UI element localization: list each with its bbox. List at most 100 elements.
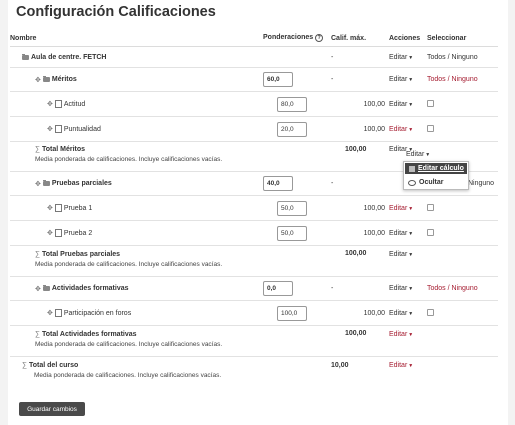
total-name: Total Actividades formativas	[42, 331, 137, 338]
table-row: ∑ Total Actividades formativas Media ponde…	[10, 325, 498, 357]
select-checkbox[interactable]	[427, 228, 434, 236]
edit-menu[interactable]: Editar▼	[389, 205, 413, 212]
max-grade: 100,00	[363, 309, 385, 317]
total-name: Total del curso	[29, 362, 79, 369]
weight-input[interactable]: 60,0	[263, 72, 293, 87]
weight-input[interactable]: 40,0	[263, 176, 293, 191]
edit-menu[interactable]: Editar▼	[389, 54, 413, 61]
page-title: Configuración Calificaciones	[16, 4, 216, 20]
table-row: ✥ Méritos 60,0 - Editar▼ Todos / Ninguno	[10, 67, 498, 92]
category-name: Pruebas parciales	[51, 180, 112, 187]
aggregation-description: Media ponderada de calificaciones. Inclu…	[34, 372, 222, 379]
weight-input[interactable]: 0,0	[263, 281, 293, 296]
max-grade: -	[331, 53, 334, 61]
edit-menu-open[interactable]: Editar▼	[406, 151, 430, 158]
category-name: Aula de centre. FETCH	[31, 53, 107, 61]
max-grade: 100,00	[363, 229, 385, 237]
weight-input[interactable]: 50,0	[277, 225, 307, 241]
sigma-icon: ∑	[35, 146, 40, 153]
move-icon[interactable]: ✥	[35, 76, 41, 84]
folder-icon	[42, 285, 50, 291]
folder-icon	[22, 53, 29, 60]
total-name: Total Pruebas parciales	[42, 251, 121, 258]
select-checkbox[interactable]	[427, 308, 434, 316]
grade-item-icon	[54, 125, 62, 133]
edit-menu[interactable]: Editar▼	[389, 310, 413, 317]
edit-menu[interactable]: Editar▼	[389, 76, 413, 83]
header-actions: Acciones	[389, 30, 427, 47]
max-grade: 100,00	[345, 330, 367, 337]
item-name: Actitud	[63, 100, 86, 108]
move-icon[interactable]: ✥	[47, 229, 53, 237]
move-icon[interactable]: ✥	[47, 125, 53, 133]
edit-menu[interactable]: Editar▼	[389, 331, 413, 338]
help-icon[interactable]: ?	[315, 34, 324, 42]
weight-input[interactable]: 100,0	[277, 305, 307, 321]
aggregation-description: Media ponderada de calificaciones. Inclu…	[35, 261, 223, 268]
select-checkbox[interactable]	[427, 203, 434, 211]
table-row: ✥ Puntualidad 20,0 100,00 Editar▼	[10, 116, 498, 142]
aggregation-description: Media ponderada de calificaciones. Inclu…	[35, 156, 223, 163]
header-max: Calif. máx.	[331, 30, 389, 47]
move-icon[interactable]: ✥	[47, 309, 53, 317]
select-checkbox[interactable]	[427, 124, 434, 132]
table-row: ✥ Actitud 80,0 100,00 Editar▼	[10, 91, 498, 117]
grades-table: Nombre Ponderaciones? Calif. máx. Accion…	[10, 30, 498, 390]
max-grade: 100,00	[345, 250, 367, 257]
grade-item-icon	[54, 309, 62, 317]
header-select: Seleccionar	[427, 30, 498, 47]
move-icon[interactable]: ✥	[47, 204, 53, 212]
grade-item-icon	[54, 229, 62, 237]
sigma-icon: ∑	[35, 331, 40, 338]
select-all-none[interactable]: Todos / Ninguno	[427, 54, 478, 61]
select-all-none-partial[interactable]: Ninguno	[468, 180, 494, 187]
edit-menu[interactable]: Editar▼	[389, 230, 413, 237]
total-name: Total Méritos	[42, 146, 86, 153]
max-grade: -	[331, 285, 334, 292]
item-name: Participación en foros	[63, 309, 132, 317]
weight-input[interactable]: 50,0	[277, 200, 307, 216]
sigma-icon: ∑	[22, 362, 27, 369]
calculator-icon	[409, 165, 415, 172]
weight-input[interactable]: 20,0	[277, 121, 307, 137]
menu-item-hide[interactable]: Ocultar	[405, 177, 444, 188]
move-icon[interactable]: ✥	[35, 180, 41, 188]
table-row: ∑ Total Pruebas parciales Media ponderada …	[10, 245, 498, 277]
grade-item-icon	[54, 204, 62, 212]
weight-input[interactable]: 80,0	[277, 96, 307, 112]
eye-icon	[408, 179, 416, 186]
max-grade: 10,00	[331, 362, 349, 369]
max-grade: 100,00	[345, 146, 367, 153]
menu-item-edit-calculation[interactable]: Editar cálculo	[405, 163, 467, 174]
select-all-none[interactable]: Todos / Ninguno	[427, 76, 478, 83]
edit-menu[interactable]: Editar▼	[389, 251, 413, 258]
max-grade: -	[331, 76, 334, 83]
table-row: ✥ Prueba 1 50,0 100,00 Editar▼	[10, 195, 498, 221]
select-all-none[interactable]: Todos / Ninguno	[427, 285, 478, 292]
max-grade: 100,00	[363, 100, 385, 108]
table-row: ✥ Participación en foros 100,0 100,00 Edi…	[10, 300, 498, 326]
header-weight: Ponderaciones?	[263, 30, 331, 47]
sigma-icon: ∑	[35, 251, 40, 258]
grade-item-icon	[54, 100, 62, 108]
table-row: ∑ Total del curso Media ponderada de calif…	[10, 356, 498, 390]
table-row: ✥ Actividades formativas 0,0 - Editar▼ To…	[10, 276, 498, 301]
edit-menu[interactable]: Editar▼	[389, 285, 413, 292]
folder-icon	[42, 180, 50, 186]
table-row: ✥ Prueba 2 50,0 100,00 Editar▼	[10, 220, 498, 246]
table-row: Aula de centre. FETCH - Editar▼ Todos / …	[10, 46, 498, 68]
item-name: Prueba 1	[63, 204, 93, 212]
edit-menu[interactable]: Editar▼	[389, 101, 413, 108]
category-name: Méritos	[51, 76, 77, 83]
move-icon[interactable]: ✥	[47, 100, 53, 108]
max-grade: -	[331, 180, 334, 187]
edit-menu[interactable]: Editar▼	[389, 126, 413, 133]
select-checkbox[interactable]	[427, 99, 434, 107]
item-name: Puntualidad	[63, 125, 101, 133]
category-name: Actividades formativas	[51, 285, 129, 292]
folder-icon	[42, 76, 50, 82]
item-name: Prueba 2	[63, 229, 93, 237]
move-icon[interactable]: ✥	[35, 285, 41, 293]
edit-menu[interactable]: Editar▼	[389, 362, 413, 369]
save-button[interactable]: Guardar cambios	[19, 402, 85, 416]
